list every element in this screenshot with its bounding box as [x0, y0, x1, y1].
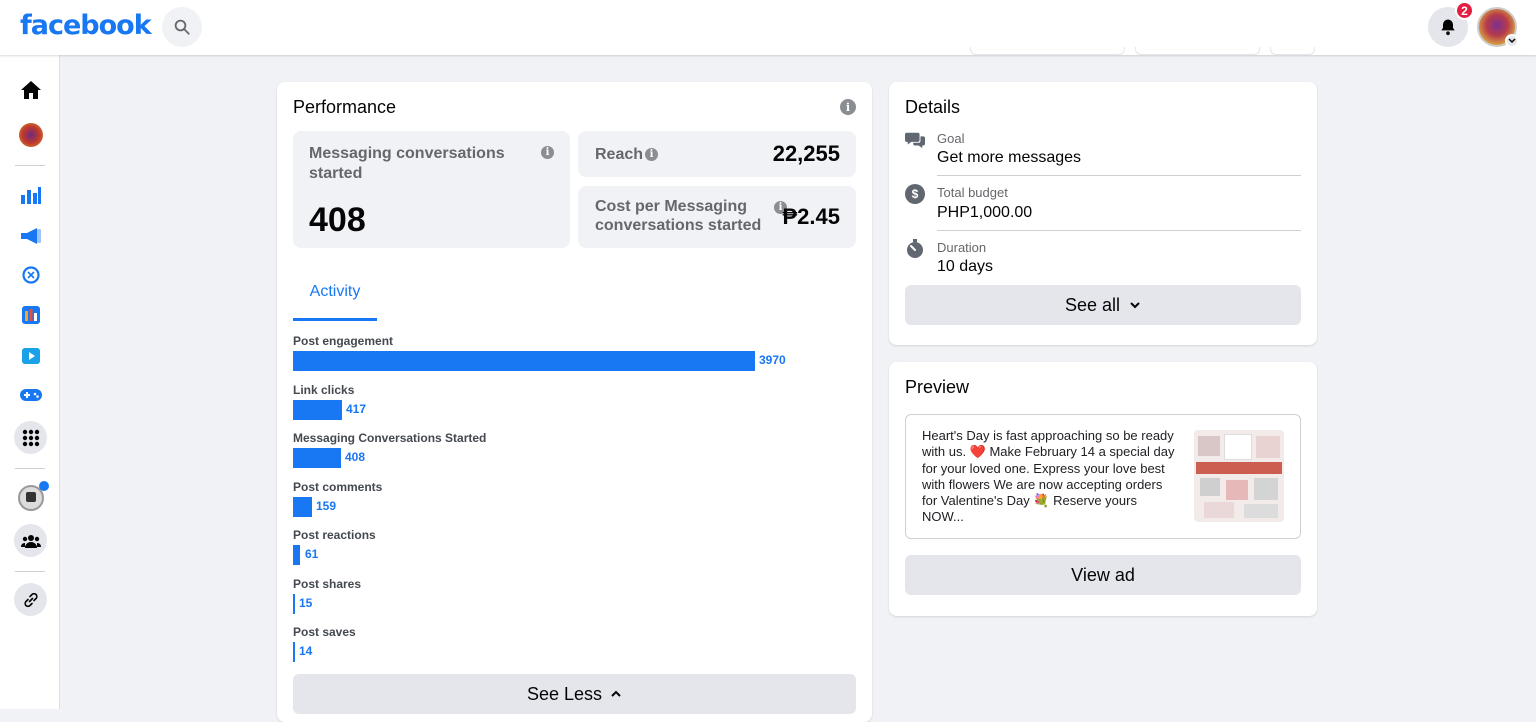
unread-dot: [39, 481, 49, 491]
bar-post-engagement: [293, 351, 755, 371]
bar-value: 14: [299, 644, 313, 658]
bar-value: 159: [316, 499, 337, 513]
bar-value: 417: [346, 402, 367, 416]
tab-stub: [1135, 47, 1260, 55]
left-sidebar: [0, 55, 60, 709]
chevron-down-icon[interactable]: [1505, 34, 1519, 48]
duration-value: 10 days: [937, 258, 994, 275]
page-avatar-icon[interactable]: [14, 118, 47, 151]
insights-icon[interactable]: [14, 178, 47, 211]
notification-badge: 2: [1455, 1, 1474, 20]
top-bar: facebook 2: [0, 0, 1536, 55]
info-icon[interactable]: i: [541, 146, 554, 159]
duration-label: Duration: [937, 240, 987, 255]
bar-label: Post engagement: [293, 334, 394, 348]
details-title: Details: [905, 97, 961, 117]
bar-value: 3970: [759, 353, 786, 367]
messaging-value: 408: [309, 201, 366, 239]
ad-preview-text: Heart's Day is fast approaching so be re…: [922, 428, 1175, 525]
bar-post-comments: [293, 497, 312, 517]
tab-stub: [1270, 47, 1315, 55]
facebook-logo[interactable]: facebook: [20, 10, 152, 41]
search-icon: [174, 19, 190, 35]
reach-value: 22,255: [772, 141, 840, 166]
bar-label: Post comments: [293, 480, 383, 494]
search-button[interactable]: [162, 7, 202, 47]
divider: [937, 230, 1301, 231]
bar-messaging-conversations: [293, 448, 341, 468]
ad-preview-image: [1194, 430, 1284, 522]
groups-icon[interactable]: [14, 524, 47, 557]
performance-title: Performance: [293, 97, 397, 117]
duration-row: Duration 10 days: [905, 239, 1301, 279]
cost-metric: Cost per Messaging conversations started…: [578, 186, 856, 248]
messaging-label: Messaging conversations started: [309, 145, 505, 182]
see-less-label: See Less: [526, 683, 603, 704]
bar-post-reactions: [293, 545, 300, 565]
reach-metric: Reach i 22,255: [578, 131, 856, 177]
bar-value: 408: [345, 450, 366, 464]
stopwatch-icon: [905, 239, 925, 259]
profile-switch-icon[interactable]: [14, 481, 49, 514]
divider: [15, 165, 45, 166]
see-less-button[interactable]: See Less: [293, 674, 856, 714]
home-icon[interactable]: [14, 73, 47, 106]
bar-link-clicks: [293, 400, 342, 420]
bar-label: Messaging Conversations Started: [293, 431, 487, 445]
gaming-icon[interactable]: [14, 378, 47, 411]
messaging-metric: Messaging conversations started i 408: [293, 131, 570, 248]
cost-label: Cost per Messaging conversations started: [595, 198, 762, 234]
bar-label: Post shares: [293, 577, 362, 591]
creator-studio-icon[interactable]: [14, 298, 47, 331]
budget-label: Total budget: [937, 185, 1008, 200]
goal-value: Get more messages: [937, 149, 1082, 166]
chevron-up-icon: [611, 690, 621, 697]
chevron-down-icon: [1130, 302, 1140, 309]
divider: [15, 468, 45, 469]
divider: [15, 571, 45, 572]
cost-value: ₱2.45: [782, 204, 841, 229]
bar-value: 61: [305, 547, 319, 561]
tab-stub: [970, 47, 1125, 55]
view-ad-button[interactable]: View ad: [905, 555, 1301, 595]
goal-row: Goal Get more messages: [905, 130, 1301, 176]
all-tools-icon[interactable]: [14, 421, 47, 454]
bar-label: Post saves: [293, 625, 356, 639]
see-all-label: See all: [1064, 294, 1121, 315]
info-icon[interactable]: i: [840, 99, 856, 115]
bar-label: Post reactions: [293, 528, 376, 542]
ad-center-icon[interactable]: [14, 219, 47, 252]
chat-bubbles-icon: [905, 130, 925, 150]
bell-icon: [1441, 19, 1455, 36]
bar-post-saves: [293, 642, 295, 662]
video-icon[interactable]: [14, 339, 47, 372]
preview-title: Preview: [905, 377, 970, 397]
see-all-button[interactable]: See all: [905, 285, 1301, 325]
divider: [937, 175, 1301, 176]
goal-label: Goal: [937, 131, 965, 146]
meta-business-icon[interactable]: [14, 258, 47, 291]
bar-post-shares: [293, 594, 295, 614]
info-icon[interactable]: i: [645, 148, 658, 161]
budget-row: $ Total budget PHP1,000.00: [905, 184, 1301, 231]
budget-value: PHP1,000.00: [937, 204, 1033, 221]
bar-value: 15: [299, 596, 313, 610]
reach-label: Reach: [595, 146, 644, 163]
ad-preview[interactable]: Heart's Day is fast approaching so be re…: [905, 414, 1301, 539]
tab-activity[interactable]: Activity: [293, 281, 377, 321]
bar-label: Link clicks: [293, 383, 355, 397]
link-icon[interactable]: [14, 583, 47, 616]
dollar-icon: $: [905, 184, 925, 204]
